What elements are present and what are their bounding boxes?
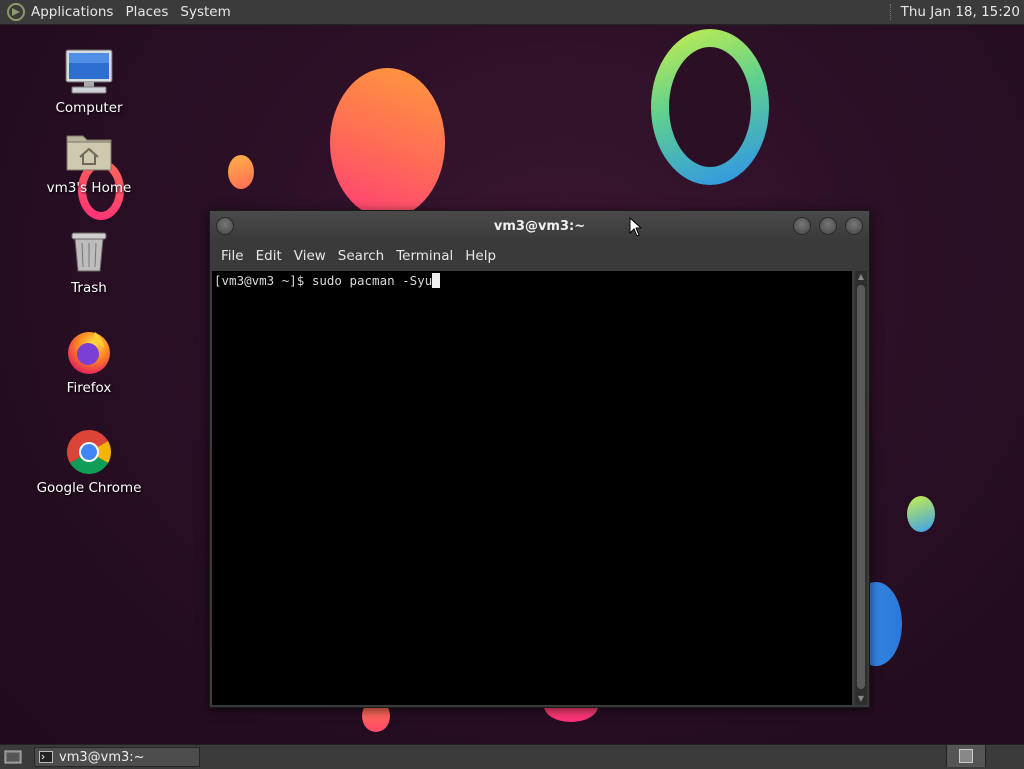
scroll-down-icon[interactable]: ▼	[857, 695, 865, 703]
menu-help[interactable]: Help	[459, 248, 502, 264]
taskbar-button-label: vm3@vm3:~	[59, 749, 145, 765]
applications-menu[interactable]: Applications	[27, 4, 119, 20]
wallpaper-ring	[651, 29, 769, 185]
desktop-icon-label: Trash	[71, 280, 107, 296]
maximize-button[interactable]	[819, 217, 837, 235]
workspace-switcher	[946, 745, 1024, 769]
home-folder-icon	[63, 126, 115, 178]
minimize-button[interactable]	[793, 217, 811, 235]
terminal-output[interactable]: [vm3@vm3 ~]$ sudo pacman -Syu	[212, 271, 852, 705]
close-button[interactable]	[845, 217, 863, 235]
shell-prompt: [vm3@vm3 ~]$	[214, 273, 312, 288]
desktop-icon-label: Computer	[55, 100, 123, 116]
distro-logo-icon[interactable]	[5, 1, 27, 23]
taskbar-button-terminal[interactable]: vm3@vm3:~	[34, 747, 200, 767]
desktop-icon-label: Firefox	[66, 380, 112, 396]
wallpaper-bubble	[330, 68, 445, 218]
desktop-icon-trash[interactable]: Trash	[34, 226, 144, 296]
show-desktop-icon[interactable]	[2, 746, 24, 768]
terminal-scrollbar[interactable]: ▲ ▼	[855, 271, 867, 705]
text-cursor	[432, 273, 441, 288]
terminal-window: vm3@vm3:~ File Edit View Search Terminal…	[209, 210, 870, 708]
menu-edit[interactable]: Edit	[250, 248, 288, 264]
clock[interactable]: Thu Jan 18, 15:20	[901, 4, 1020, 20]
window-titlebar[interactable]: vm3@vm3:~	[210, 211, 869, 241]
menu-view[interactable]: View	[288, 248, 332, 264]
desktop-icon-computer[interactable]: Computer	[34, 46, 144, 116]
desktop-icon-label: vm3's Home	[46, 180, 132, 196]
terminal-command-line: [vm3@vm3 ~]$ sudo pacman -Syu	[214, 273, 441, 288]
scroll-thumb[interactable]	[857, 285, 865, 689]
typed-command: sudo pacman -Syu	[311, 273, 433, 288]
system-menu[interactable]: System	[174, 4, 236, 20]
desktop-icon-chrome[interactable]: Google Chrome	[34, 426, 144, 496]
terminal-menubar: File Edit View Search Terminal Help	[210, 241, 869, 271]
places-menu[interactable]: Places	[119, 4, 174, 20]
trash-icon	[63, 226, 115, 278]
terminal-icon	[39, 751, 53, 763]
menu-file[interactable]: File	[215, 248, 250, 264]
computer-icon	[63, 46, 115, 98]
menu-search[interactable]: Search	[332, 248, 390, 264]
bottom-panel: vm3@vm3:~	[0, 744, 1024, 769]
wallpaper-bubble	[907, 496, 935, 532]
desktop-icon-home[interactable]: vm3's Home	[34, 126, 144, 196]
desktop-icon-firefox[interactable]: Firefox	[34, 326, 144, 396]
wallpaper-bubble	[228, 155, 254, 189]
window-menu-button[interactable]	[216, 217, 234, 235]
chrome-icon	[63, 426, 115, 478]
scroll-up-icon[interactable]: ▲	[857, 273, 865, 281]
window-title: vm3@vm3:~	[493, 218, 586, 234]
firefox-icon	[63, 326, 115, 378]
menu-terminal[interactable]: Terminal	[390, 248, 459, 264]
panel-separator	[889, 4, 893, 20]
desktop-icon-label: Google Chrome	[36, 480, 142, 496]
top-panel: Applications Places System Thu Jan 18, 1…	[0, 0, 1024, 25]
workspace-2[interactable]	[985, 745, 1024, 767]
mouse-pointer-icon	[629, 217, 643, 237]
workspace-1[interactable]	[946, 745, 985, 767]
